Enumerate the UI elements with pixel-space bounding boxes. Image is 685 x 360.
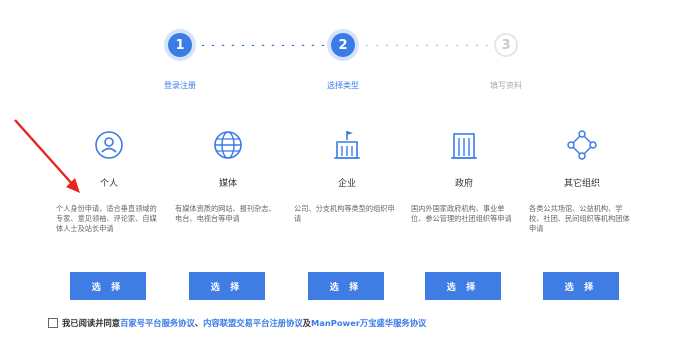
network-icon — [567, 130, 597, 160]
card-other-org-desc: 各类公共场馆、公益机构、学校、社团、民间组织等机构团体申请 — [529, 204, 630, 233]
select-enterprise-button[interactable]: 选 择 — [308, 272, 384, 300]
step-2-label: 选择类型 — [327, 81, 359, 90]
select-media-button[interactable]: 选 择 — [189, 272, 265, 300]
step-connector-1 — [198, 44, 326, 46]
globe-icon — [214, 131, 242, 159]
card-media-title: 媒体 — [218, 179, 237, 189]
agreement-checkbox[interactable] — [48, 317, 58, 328]
card-enterprise-title: 企业 — [337, 179, 356, 189]
user-circle-icon — [95, 131, 123, 159]
select-government-button[interactable]: 选 择 — [425, 272, 501, 300]
step-3-label: 填写资料 — [490, 81, 522, 90]
step-2-circle: 2 — [331, 33, 355, 57]
baijiahao-service-agreement-link[interactable]: 百家号平台服务协议 — [120, 318, 195, 328]
agreement-row: 我已阅读并同意百家号平台服务协议、内容联盟交易平台注册协议及ManPower万宝… — [48, 317, 426, 329]
step-indicator: 1 2 3 登录注册 选择类型 填写资料 — [0, 0, 685, 100]
card-media-desc: 有媒体资质的网站、报刊杂志、电台、电视台等申请 — [175, 204, 276, 223]
content-alliance-agreement-link[interactable]: 内容联盟交易平台注册协议 — [203, 318, 303, 328]
card-government-desc: 国内外国家政府机构、事业单位、参公管理的社团组织等申请 — [411, 204, 512, 223]
agreement-separator-1: 、 — [194, 318, 204, 328]
government-building-icon — [451, 133, 477, 159]
agreement-prefix: 我已阅读并同意 — [62, 318, 121, 328]
building-flag-icon — [334, 131, 360, 159]
card-government-title: 政府 — [454, 179, 473, 189]
manpower-agreement-link[interactable]: ManPower万宝盛华服务协议 — [311, 318, 426, 328]
card-enterprise-desc: 公司、分支机构等类型的组织申请 — [294, 204, 395, 223]
agreement-separator-2: 及 — [302, 318, 311, 328]
select-personal-button[interactable]: 选 择 — [70, 272, 146, 300]
step-3-circle: 3 — [494, 33, 518, 57]
card-personal-title: 个人 — [99, 179, 118, 189]
step-connector-2 — [362, 44, 488, 46]
select-other-org-button[interactable]: 选 择 — [543, 272, 619, 300]
step-1-circle: 1 — [168, 33, 192, 57]
card-other-org-title: 其它组织 — [563, 179, 600, 189]
card-personal-desc: 个人身份申请，适合垂直领域的专家、意见领袖、评论家、自媒体人士及站长申请 — [56, 204, 157, 233]
step-1-label: 登录注册 — [164, 81, 196, 90]
